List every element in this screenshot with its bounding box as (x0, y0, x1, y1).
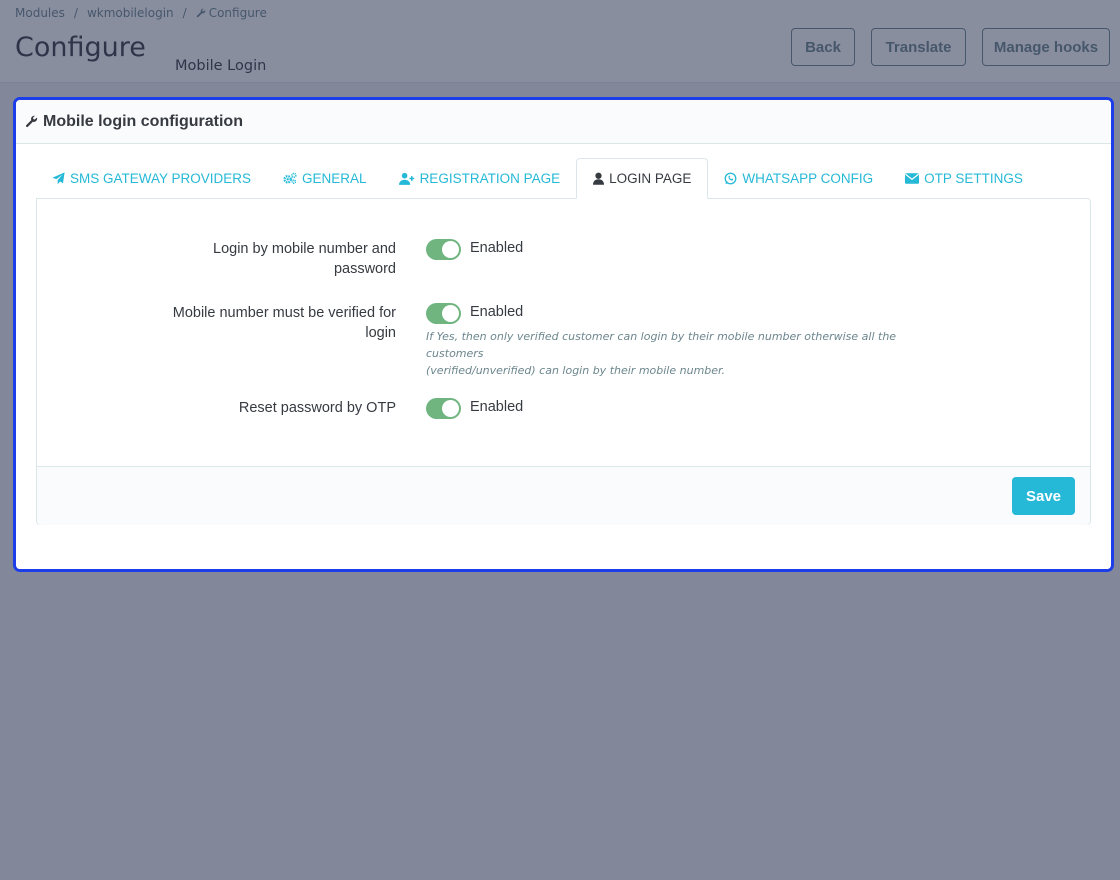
label-line: password (333, 261, 396, 277)
help-line: (verified/unverified) can login by their… (426, 364, 726, 377)
panel-heading: Mobile login configuration (16, 100, 1111, 144)
page-subtitle: Mobile Login (175, 58, 267, 74)
configuration-panel: Mobile login configuration SMS GATEWAY P… (16, 100, 1111, 569)
mobile-verified-toggle[interactable] (426, 303, 461, 324)
configuration-panel-highlight: Mobile login configuration SMS GATEWAY P… (13, 97, 1114, 572)
help-text: If Yes, then only verified customer can … (426, 328, 936, 379)
whatsapp-icon (724, 172, 737, 185)
breadcrumb-separator: / (73, 6, 78, 20)
form-label: Login by mobile number and password (156, 239, 396, 279)
breadcrumb-wkmobilelogin[interactable]: wkmobilelogin (87, 6, 174, 20)
tab-whatsapp-config[interactable]: WHATSAPP CONFIG (708, 158, 889, 199)
login-by-mobile-toggle[interactable] (426, 239, 461, 260)
gears-icon (283, 172, 297, 184)
label-line: Mobile number must be verified for (172, 305, 396, 321)
form-label: Mobile number must be verified for login (146, 303, 396, 343)
form-label: Reset password by OTP (156, 398, 396, 418)
tab-label: OTP SETTINGS (924, 171, 1023, 186)
page-header: Modules / wkmobilelogin / Configure Conf… (0, 0, 1120, 83)
tab-otp-settings[interactable]: OTP SETTINGS (889, 158, 1039, 199)
breadcrumb-separator: / (182, 6, 187, 20)
label-line: Reset password by OTP (238, 400, 396, 416)
reset-password-toggle[interactable] (426, 398, 461, 419)
tab-label: LOGIN PAGE (609, 171, 692, 186)
breadcrumb-configure: Configure (208, 6, 267, 20)
toggle-state-text: Enabled (470, 240, 524, 256)
user-icon (593, 172, 605, 185)
toggle-knob (442, 241, 459, 258)
wrench-icon (25, 115, 38, 128)
user-plus-icon (398, 172, 414, 185)
help-line: If Yes, then only verified customer can … (426, 330, 897, 360)
login-page-tab-content: Login by mobile number and password Enab… (36, 198, 1091, 525)
back-button[interactable]: Back (791, 28, 855, 66)
toggle-state-text: Enabled (470, 304, 524, 320)
tab-registration-page[interactable]: REGISTRATION PAGE (383, 158, 577, 199)
paper-plane-icon (52, 172, 65, 185)
tab-sms-gateway-providers[interactable]: SMS GATEWAY PROVIDERS (36, 158, 267, 199)
tab-label: GENERAL (302, 171, 367, 186)
tab-login-page[interactable]: LOGIN PAGE (576, 158, 709, 199)
toggle-state-text: Enabled (470, 399, 524, 415)
wrench-icon (196, 8, 206, 18)
translate-button[interactable]: Translate (871, 28, 966, 66)
config-tabs: SMS GATEWAY PROVIDERS GENERAL REGISTRATI… (36, 158, 1039, 199)
breadcrumb-modules[interactable]: Modules (15, 6, 65, 20)
toggle-knob (442, 305, 459, 322)
tab-general[interactable]: GENERAL (267, 158, 383, 199)
toggle-knob (442, 400, 459, 417)
label-line: Login by mobile number and (213, 241, 396, 257)
breadcrumb: Modules / wkmobilelogin / Configure (15, 6, 267, 20)
page-title: Configure (15, 32, 146, 63)
envelope-icon (905, 173, 920, 184)
tab-label: WHATSAPP CONFIG (742, 171, 874, 186)
manage-hooks-button[interactable]: Manage hooks (982, 28, 1110, 66)
tab-label: SMS GATEWAY PROVIDERS (70, 171, 252, 186)
label-line: login (365, 325, 396, 341)
panel-heading-text: Mobile login configuration (43, 112, 243, 130)
panel-footer: Save (37, 466, 1090, 525)
tab-label: REGISTRATION PAGE (419, 171, 561, 186)
save-button[interactable]: Save (1012, 477, 1075, 515)
